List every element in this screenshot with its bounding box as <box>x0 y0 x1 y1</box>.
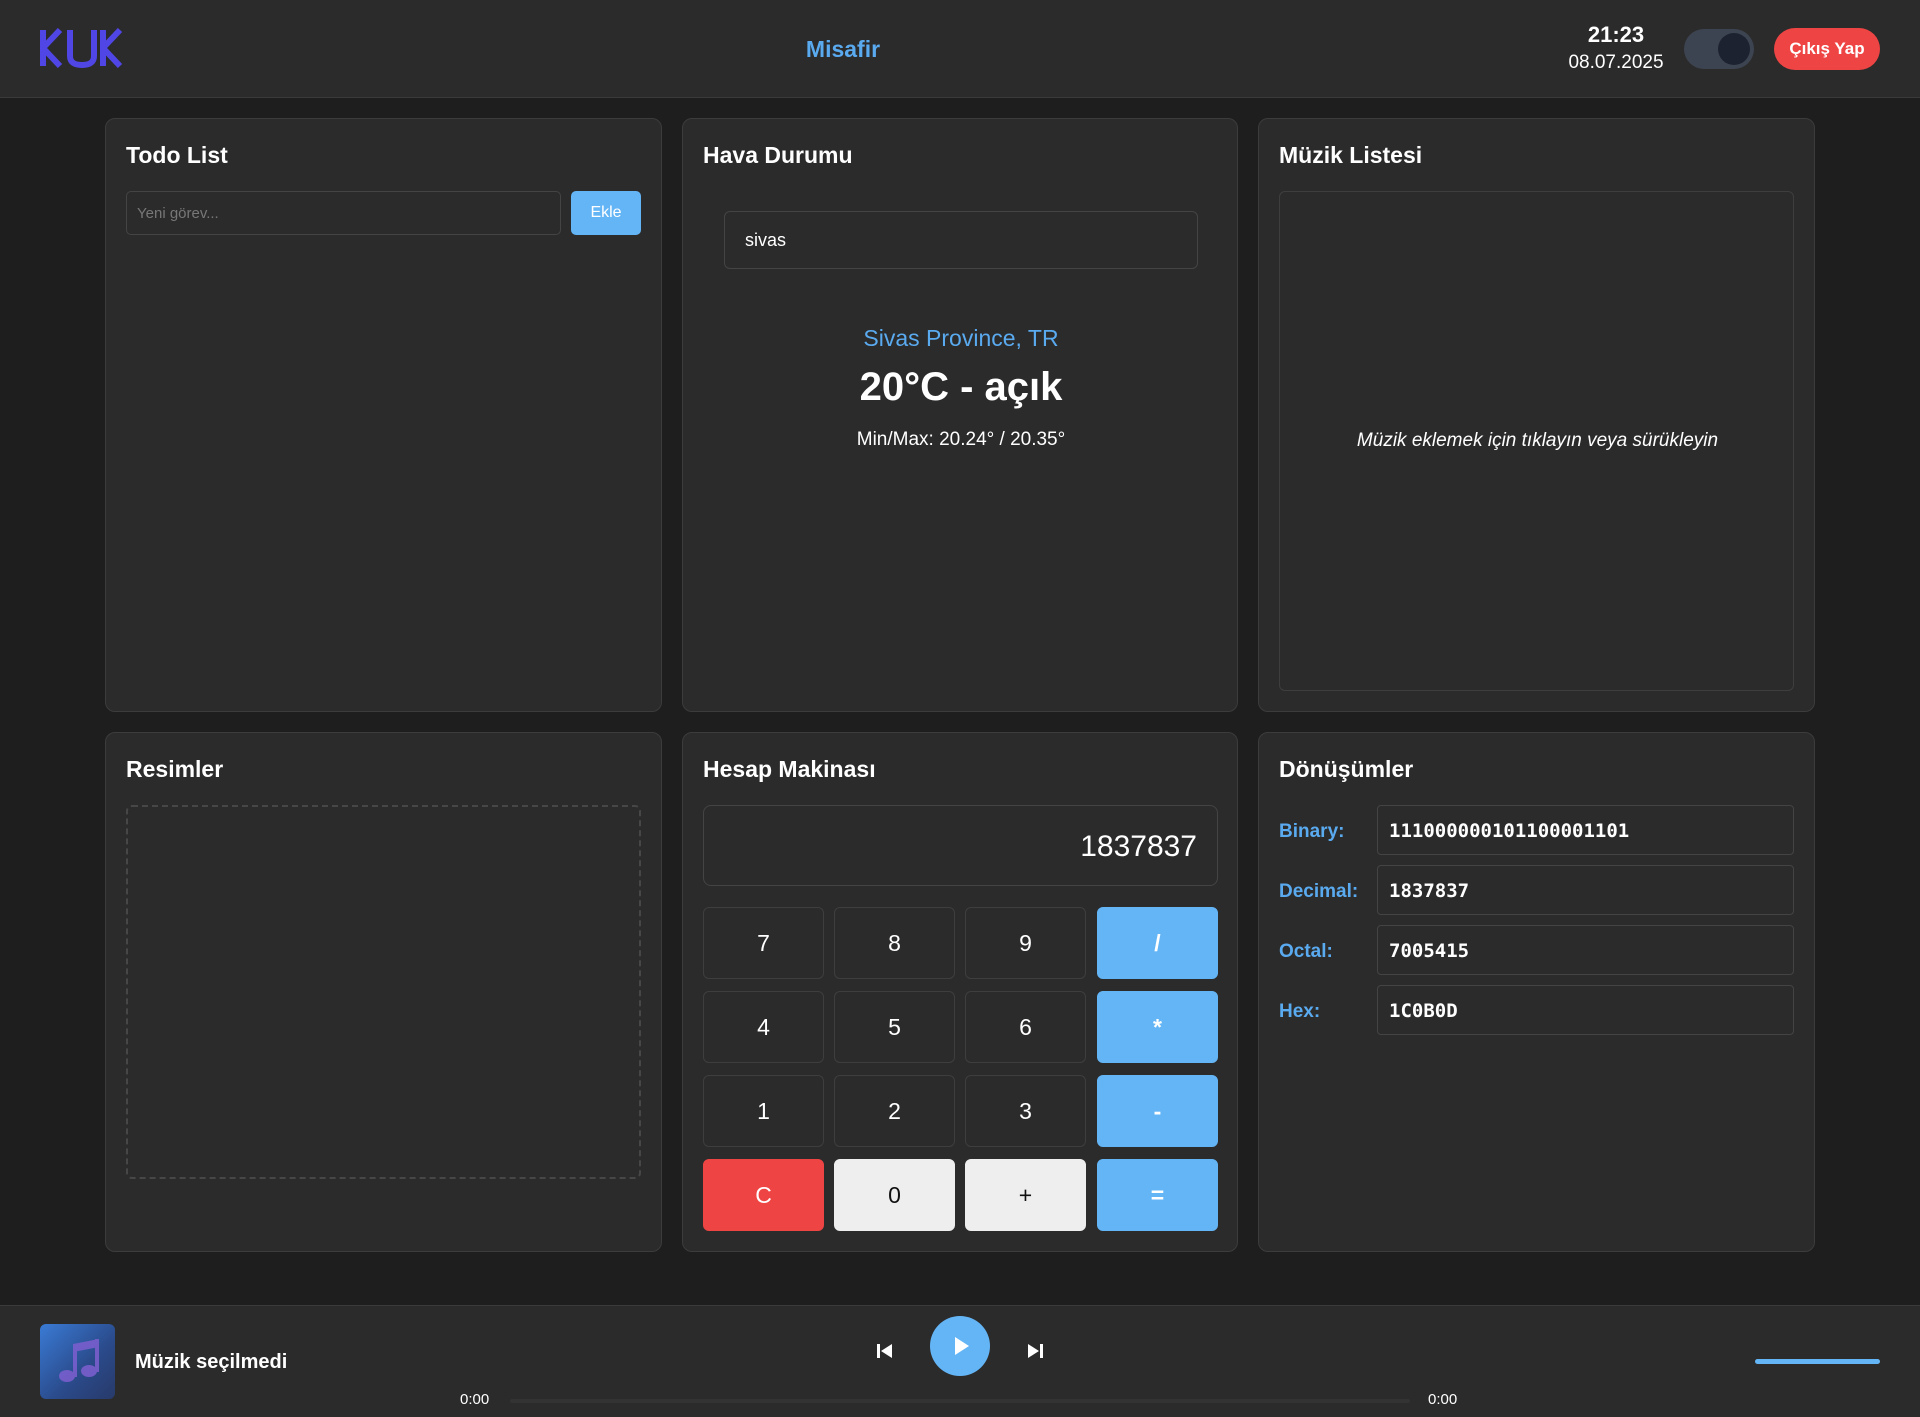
card-title: Müzik Listesi <box>1279 142 1423 168</box>
calc-key-8[interactable]: 8 <box>834 907 955 979</box>
user-name: Misafir <box>805 36 881 62</box>
calculator-card: Hesap Makinası 1837837 7 8 9 / 4 5 6 * 1… <box>682 732 1238 1252</box>
calc-key-multiply[interactable]: * <box>1097 991 1218 1063</box>
weather-minmax: Min/Max: 20.24° / 20.35° <box>856 429 1066 450</box>
calc-key-1[interactable]: 1 <box>703 1075 824 1147</box>
music-drop-text: Müzik eklemek için tıklayın veya sürükle… <box>1356 430 1719 451</box>
card-title: Dönüşümler <box>1279 756 1414 782</box>
volume-fill <box>1755 1359 1880 1364</box>
card-title: Hava Durumu <box>703 142 853 168</box>
previous-track-icon[interactable] <box>870 1336 900 1366</box>
volume-slider[interactable] <box>1755 1359 1880 1364</box>
current-time: 0:00 <box>460 1391 490 1408</box>
calc-key-6[interactable]: 6 <box>965 991 1086 1063</box>
play-icon <box>955 1337 969 1355</box>
track-name: Müzik seçilmedi <box>135 1351 288 1373</box>
calc-key-subtract[interactable]: - <box>1097 1075 1218 1147</box>
octal-label: Octal: <box>1279 941 1333 962</box>
card-title: Resimler <box>126 756 224 782</box>
calculator-display: 1837837 <box>703 805 1218 886</box>
image-drop-zone[interactable] <box>126 805 641 1179</box>
music-list-card: Müzik Listesi Müzik eklemek için tıklayı… <box>1258 118 1815 712</box>
images-card: Resimler <box>105 732 662 1252</box>
calc-key-add[interactable]: + <box>965 1159 1086 1231</box>
hex-value[interactable]: 1C0B0D <box>1377 985 1794 1035</box>
progress-bar[interactable] <box>510 1399 1410 1403</box>
calc-key-equals[interactable]: = <box>1097 1159 1218 1231</box>
logout-button[interactable]: Çıkış Yap <box>1774 28 1880 70</box>
weather-location: Sivas Province, TR <box>863 325 1059 351</box>
music-player-bar: Müzik seçilmedi 0:00 0:00 <box>0 1305 1920 1417</box>
duration-time: 0:00 <box>1428 1391 1458 1408</box>
calc-key-7[interactable]: 7 <box>703 907 824 979</box>
music-drop-zone[interactable]: Müzik eklemek için tıklayın veya sürükle… <box>1279 191 1794 691</box>
album-cover <box>40 1324 115 1399</box>
decimal-label: Decimal: <box>1279 881 1359 902</box>
clock: 21:23 08.07.2025 <box>1556 22 1676 74</box>
binary-value[interactable]: 111000000101100001101 <box>1377 805 1794 855</box>
city-input[interactable] <box>724 211 1198 269</box>
calc-key-0[interactable]: 0 <box>834 1159 955 1231</box>
hex-label: Hex: <box>1279 1001 1321 1022</box>
binary-label: Binary: <box>1279 821 1345 842</box>
clock-time: 21:23 <box>1587 22 1645 47</box>
calc-key-9[interactable]: 9 <box>965 907 1086 979</box>
calc-key-divide[interactable]: / <box>1097 907 1218 979</box>
todo-card: Todo List Ekle <box>105 118 662 712</box>
play-button[interactable] <box>930 1316 990 1376</box>
top-header: Misafir 21:23 08.07.2025 Çıkış Yap <box>0 0 1920 98</box>
card-title: Hesap Makinası <box>703 756 876 782</box>
decimal-value[interactable]: 1837837 <box>1377 865 1794 915</box>
new-task-input[interactable] <box>126 191 561 235</box>
calc-key-2[interactable]: 2 <box>834 1075 955 1147</box>
calc-key-4[interactable]: 4 <box>703 991 824 1063</box>
weather-card: Hava Durumu Sivas Province, TR 20°C - aç… <box>682 118 1238 712</box>
calc-key-clear[interactable]: C <box>703 1159 824 1231</box>
music-note-icon <box>59 1339 99 1382</box>
octal-value[interactable]: 7005415 <box>1377 925 1794 975</box>
weather-temperature: 20°C - açık <box>859 365 1063 409</box>
add-task-button[interactable]: Ekle <box>571 191 641 235</box>
calc-key-5[interactable]: 5 <box>834 991 955 1063</box>
toggle-knob <box>1718 33 1750 65</box>
conversions-card: Dönüşümler Binary: 111000000101100001101… <box>1258 732 1815 1252</box>
clock-date: 08.07.2025 <box>1568 52 1664 73</box>
next-track-icon[interactable] <box>1020 1336 1050 1366</box>
card-title: Todo List <box>126 142 228 168</box>
theme-toggle[interactable] <box>1684 29 1754 69</box>
calc-key-3[interactable]: 3 <box>965 1075 1086 1147</box>
